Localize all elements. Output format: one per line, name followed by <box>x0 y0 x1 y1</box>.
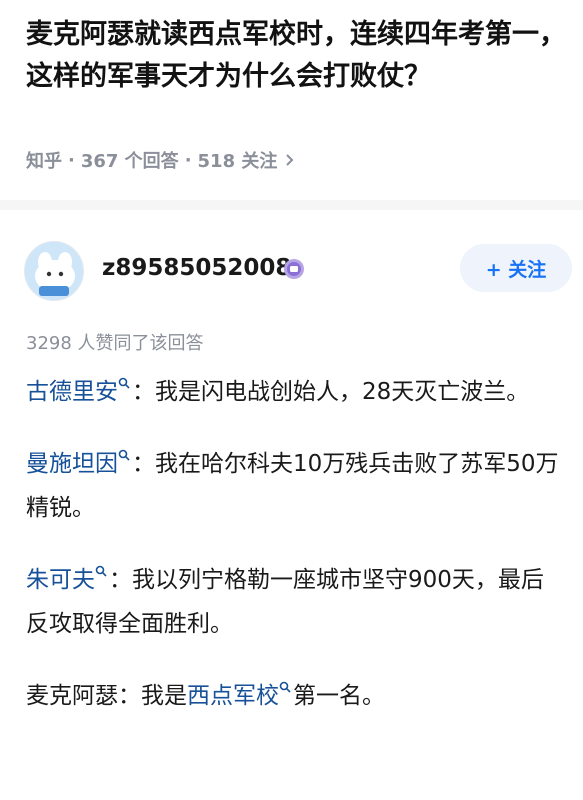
meta-separator: · <box>68 149 75 171</box>
verified-badge-icon <box>284 259 304 279</box>
chevron-right-icon <box>286 154 294 166</box>
follow-button[interactable]: + 关注 <box>460 244 572 292</box>
followers-count: 518 关注 <box>197 151 278 172</box>
question-meta[interactable]: 知乎 · 367 个回答 · 518 关注 <box>26 147 295 173</box>
follow-label: + 关注 <box>485 258 547 281</box>
section-divider <box>0 200 583 210</box>
avatar-image <box>25 242 83 300</box>
paragraph-text: 第一名。 <box>293 683 385 709</box>
paragraph-text: ：我是闪电战创始人，28天灭亡波兰。 <box>132 379 530 405</box>
answer-body: 古德里安 ：我是闪电战创始人，28天灭亡波兰。 曼施坦因 ：我在哈尔科夫10万残兵击… <box>26 370 566 746</box>
votes-count: 3298 人赞同了该回答 <box>26 333 204 354</box>
search-link[interactable]: 古德里安 <box>26 377 132 405</box>
author-row: z89585052008 + 关注 <box>24 237 572 301</box>
avatar[interactable] <box>24 241 84 301</box>
answers-count: 367 个回答 <box>80 151 179 172</box>
search-icon <box>279 681 291 693</box>
question-title[interactable]: 麦克阿瑟就读西点军校时，连续四年考第一，这样的军事天才为什么会打败仗？ <box>26 14 566 98</box>
source-label: 知乎 <box>26 151 62 172</box>
search-icon <box>118 377 130 389</box>
answer-paragraph: 朱可夫 ：我以列宁格勒一座城市坚守900天，最后反攻取得全面胜利。 <box>26 558 566 646</box>
search-link[interactable]: 西点军校 <box>187 681 293 709</box>
answer-paragraph: 麦克阿瑟：我是西点军校 第一名。 <box>26 674 566 718</box>
answer-paragraph: 曼施坦因 ：我在哈尔科夫10万残兵击败了苏军50万精锐。 <box>26 442 566 530</box>
search-icon <box>95 565 107 577</box>
author-name[interactable]: z89585052008 <box>102 255 291 281</box>
search-link[interactable]: 朱可夫 <box>26 565 109 593</box>
search-link[interactable]: 曼施坦因 <box>26 449 132 477</box>
answer-paragraph: 古德里安 ：我是闪电战创始人，28天灭亡波兰。 <box>26 370 566 414</box>
meta-separator: · <box>184 149 192 171</box>
paragraph-prefix: 麦克阿瑟：我是 <box>26 683 187 709</box>
question-header: 麦克阿瑟就读西点军校时，连续四年考第一，这样的军事天才为什么会打败仗？ 知乎 ·… <box>0 0 583 200</box>
search-icon <box>118 449 130 461</box>
